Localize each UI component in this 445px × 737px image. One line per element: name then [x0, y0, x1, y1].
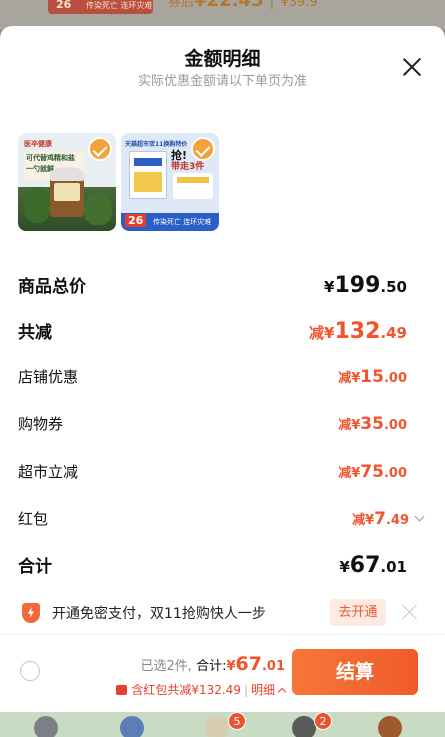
row-red-packet-amount: 减¥7.49	[352, 509, 425, 529]
row-coupon-amount: 减¥35.00	[338, 414, 407, 434]
chevron-up-icon[interactable]	[277, 687, 287, 697]
gift-icon	[116, 685, 128, 695]
tab-home-icon[interactable]	[34, 716, 58, 737]
row-coupon: 购物券 减¥35.00	[18, 413, 407, 434]
product-leaf-image	[84, 193, 112, 225]
product-thumbnail[interactable]: 天猫超市双11换购特价 抢! 带走3件 26 传染死亡 连环灾难	[121, 133, 219, 231]
divider	[0, 634, 445, 635]
separator: |	[243, 683, 248, 697]
product-thumbnail[interactable]: 医卒健康 可代替鸡精和盐 一勺就鲜	[18, 133, 116, 231]
sheet-title: 金额明细	[184, 48, 261, 70]
row-discount-total-label: 共减	[18, 323, 52, 343]
background-price-orig: ¥39.9	[280, 0, 318, 10]
product-bottle-label	[54, 183, 80, 201]
tab-badge: 2	[314, 712, 332, 730]
row-total-amount: ¥67.01	[339, 553, 407, 578]
background-price-value: ¥22.45	[194, 0, 264, 11]
detail-toggle-label[interactable]: 明细	[251, 683, 275, 697]
bottom-tab-bar: 5 2	[0, 712, 445, 737]
background-banner-number: 26	[56, 0, 72, 11]
password-free-pay-promo: 开通免密支付，双11抢购快人一步 去开通	[0, 596, 445, 630]
activate-button[interactable]: 去开通	[330, 599, 386, 626]
shield-icon	[22, 603, 40, 623]
amount-detail-sheet: 金额明细 实际优惠金额请以下单页为准 医卒健康 可代替鸡精和盐 一勺就鲜 天猫超…	[0, 26, 445, 712]
background-banner-text: 传染死亡 连环灾难	[86, 1, 153, 10]
row-subtotal: 商品总价 ¥199.50	[18, 272, 407, 298]
product-banner-number: 26	[125, 214, 147, 227]
close-icon[interactable]	[401, 56, 423, 78]
promo-text: 开通免密支付，双11抢购快人一步	[52, 606, 266, 622]
background-banner-strip: 26 传染死亡 连环灾难	[48, 0, 153, 14]
checkout-bar: 已选2件, 合计:¥67.01 含红包共减¥132.49 | 明细 结算	[0, 637, 445, 712]
product-box-image	[129, 151, 167, 199]
product-brand: 医卒健康	[24, 140, 52, 148]
red-packet-text: 含红包共减¥132.49	[131, 683, 241, 697]
sheet-header: 金额明细 实际优惠金额请以下单页为准	[0, 26, 445, 106]
row-store-discount: 店铺优惠 减¥15.00	[18, 366, 407, 387]
row-supermarket: 超市立减 减¥75.00	[18, 461, 407, 482]
row-supermarket-amount: 减¥75.00	[338, 462, 407, 482]
tab-messages-icon[interactable]	[205, 716, 229, 737]
row-store-discount-amount: 减¥15.00	[338, 367, 407, 387]
chevron-down-icon[interactable]	[414, 511, 425, 522]
row-red-packet-label: 红包	[18, 510, 49, 528]
row-subtotal-label: 商品总价	[18, 277, 86, 297]
product-bottle-cap	[50, 167, 84, 181]
selected-check-icon[interactable]	[191, 137, 215, 161]
product-banner-text: 传染死亡 连环灾难	[153, 218, 212, 226]
product-banner: 26 传染死亡 连环灾难	[121, 213, 219, 231]
total-label: 合计:	[196, 659, 227, 674]
row-total-label: 合计	[18, 557, 52, 577]
row-coupon-label: 购物券	[18, 415, 64, 433]
row-store-discount-label: 店铺优惠	[18, 368, 79, 386]
dismiss-icon[interactable]	[402, 604, 418, 620]
selected-count: 已选2件,	[140, 659, 192, 674]
footer-total-amount: ¥67.01	[226, 653, 285, 675]
row-red-packet[interactable]: 红包 减¥7.49	[18, 508, 425, 529]
product-line-1: 可代替鸡精和盐	[26, 154, 75, 162]
background-price-prefix: 券后	[168, 0, 195, 10]
tab-category-icon[interactable]	[120, 716, 144, 737]
row-total: 合计 ¥67.01	[18, 552, 407, 578]
product-leaf-image	[24, 187, 50, 223]
checkout-button[interactable]: 结算	[292, 649, 418, 695]
product-side-card	[173, 173, 213, 199]
row-supermarket-label: 超市立减	[18, 463, 79, 481]
row-discount-total-amount: 减¥132.49	[309, 319, 407, 344]
row-discount-total: 共减 减¥132.49	[18, 318, 407, 344]
tab-cart-icon[interactable]	[292, 716, 316, 737]
row-subtotal-amount: ¥199.50	[324, 273, 407, 298]
red-packet-summary[interactable]: 含红包共减¥132.49 | 明细	[116, 681, 287, 698]
selected-summary: 已选2件, 合计:¥67.01	[141, 653, 285, 675]
select-all-radio[interactable]	[20, 661, 40, 681]
tab-profile-icon[interactable]	[378, 716, 402, 737]
background-price: 券后¥22.45 | ¥39.9	[168, 0, 318, 11]
sheet-subtitle: 实际优惠金额请以下单页为准	[137, 74, 307, 89]
selected-check-icon[interactable]	[88, 137, 112, 161]
product-headline-2: 带走3件	[171, 162, 205, 172]
tab-badge: 5	[228, 712, 246, 730]
